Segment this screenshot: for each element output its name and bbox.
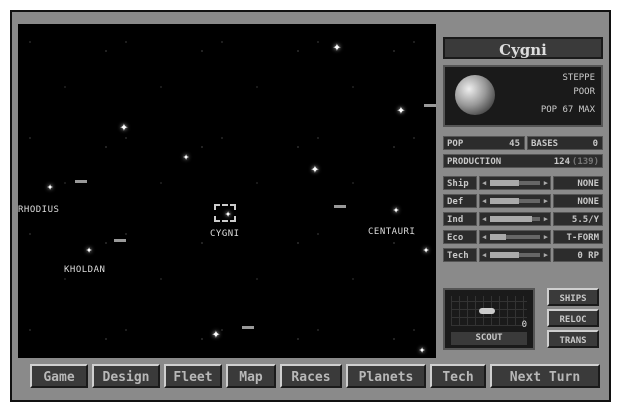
trans-button[interactable]: TRANS <box>547 330 599 348</box>
slider-right-arrow-icon[interactable]: ▶ <box>544 179 548 187</box>
bases-value: 0 <box>592 139 598 149</box>
star[interactable]: ✦ <box>397 103 405 117</box>
production-extra: (139) <box>571 157 599 167</box>
system-label-cygni[interactable]: CYGNI <box>210 229 240 239</box>
slider-value-ship: NONE <box>553 176 603 190</box>
production-value: 124 <box>553 157 570 167</box>
slider-value-eco: T-FORM <box>553 230 603 244</box>
menu-next-turn-button[interactable]: Next Turn <box>490 364 600 388</box>
slider-label-def: Def <box>443 194 477 208</box>
ship-count: 0 <box>521 320 527 330</box>
slider-fill <box>490 180 519 186</box>
star[interactable]: ✦ <box>120 120 128 134</box>
slider-right-arrow-icon[interactable]: ▶ <box>544 233 548 241</box>
slider-label-ship: Ship <box>443 176 477 190</box>
menu-fleet-button[interactable]: Fleet <box>164 364 222 388</box>
slider-left-arrow-icon[interactable]: ◀ <box>482 197 486 205</box>
star[interactable]: ✦ <box>183 150 190 164</box>
menu-game-button[interactable]: Game <box>30 364 88 388</box>
slider-left-arrow-icon[interactable]: ◀ <box>482 233 486 241</box>
star[interactable]: ✦ <box>47 180 54 194</box>
system-label-rhodius[interactable]: RHODIUS <box>18 205 59 215</box>
star[interactable]: ✦ <box>333 40 341 54</box>
allocation-slider-def[interactable]: ◀ ▶ <box>479 194 551 208</box>
slider-fill <box>490 216 532 222</box>
pop-value: 45 <box>509 139 520 149</box>
slider-value-tech: 0 RP <box>553 248 603 262</box>
system-label-kholdan[interactable]: KHOLDAN <box>64 265 105 275</box>
pop-label: POP <box>447 139 464 149</box>
slider-fill <box>490 234 506 240</box>
star[interactable]: ✦ <box>423 243 430 257</box>
star[interactable]: ✦ <box>311 162 319 176</box>
slider-value-def: NONE <box>553 194 603 208</box>
menu-races-button[interactable]: Races <box>280 364 342 388</box>
ship-build-panel[interactable]: 0 SCOUT <box>443 288 535 350</box>
slider-label-tech: Tech <box>443 248 477 262</box>
star[interactable]: ✦ <box>419 343 426 357</box>
slider-fill <box>490 198 519 204</box>
fleet-icon[interactable] <box>114 239 126 242</box>
fleet-icon[interactable] <box>75 180 87 183</box>
slider-label-eco: Eco <box>443 230 477 244</box>
planet-globe-icon <box>455 75 495 115</box>
population-row: POP 45 <box>443 136 525 150</box>
fleet-icon[interactable] <box>334 205 346 208</box>
slider-fill <box>490 252 519 258</box>
menu-design-button[interactable]: Design <box>92 364 160 388</box>
slider-left-arrow-icon[interactable]: ◀ <box>482 179 486 187</box>
menu-planets-button[interactable]: Planets <box>346 364 426 388</box>
ship-design-name: SCOUT <box>451 332 527 345</box>
menu-map-button[interactable]: Map <box>226 364 276 388</box>
slider-left-arrow-icon[interactable]: ◀ <box>482 251 486 259</box>
planet-info-panel: STEPPE POOR POP 67 MAX <box>443 65 603 127</box>
slider-right-arrow-icon[interactable]: ▶ <box>544 251 548 259</box>
allocation-slider-ind[interactable]: ◀ ▶ <box>479 212 551 226</box>
bases-label: BASES <box>531 139 559 149</box>
planet-population-max: POP 67 MAX <box>540 105 595 115</box>
scout-ship-icon <box>479 308 495 314</box>
planet-type: STEPPE <box>562 73 595 83</box>
slider-label-ind: Ind <box>443 212 477 226</box>
allocation-slider-eco[interactable]: ◀ ▶ <box>479 230 551 244</box>
system-label-centauri[interactable]: CENTAURI <box>368 227 415 237</box>
fleet-icon[interactable] <box>424 104 436 107</box>
ships-button[interactable]: SHIPS <box>547 288 599 306</box>
production-label: PRODUCTION <box>447 157 502 167</box>
galaxy-map[interactable]: ✦ ✦ ✦ ✦ ✦ ✦ ✦ ✦ ✦ ✦ ✦ ✦ RHODIUS CYGNI CE… <box>18 24 436 358</box>
selected-system-marker <box>214 204 236 222</box>
bases-row: BASES 0 <box>527 136 603 150</box>
allocation-slider-ship[interactable]: ◀ ▶ <box>479 176 551 190</box>
production-row: PRODUCTION 124 (139) <box>443 154 603 168</box>
menu-tech-button[interactable]: Tech <box>430 364 486 388</box>
star[interactable]: ✦ <box>86 243 93 257</box>
slider-right-arrow-icon[interactable]: ▶ <box>544 197 548 205</box>
system-name: Cygni <box>443 37 603 59</box>
star[interactable]: ✦ <box>393 203 400 217</box>
slider-left-arrow-icon[interactable]: ◀ <box>482 215 486 223</box>
reloc-button[interactable]: RELOC <box>547 309 599 327</box>
star[interactable]: ✦ <box>212 327 220 341</box>
main-menu-bar: Game Design Fleet Map Races Planets Tech… <box>20 360 610 394</box>
planet-quality: POOR <box>573 87 595 97</box>
slider-value-ind: 5.5/Y <box>553 212 603 226</box>
allocation-slider-tech[interactable]: ◀ ▶ <box>479 248 551 262</box>
slider-right-arrow-icon[interactable]: ▶ <box>544 215 548 223</box>
fleet-icon[interactable] <box>242 326 254 329</box>
